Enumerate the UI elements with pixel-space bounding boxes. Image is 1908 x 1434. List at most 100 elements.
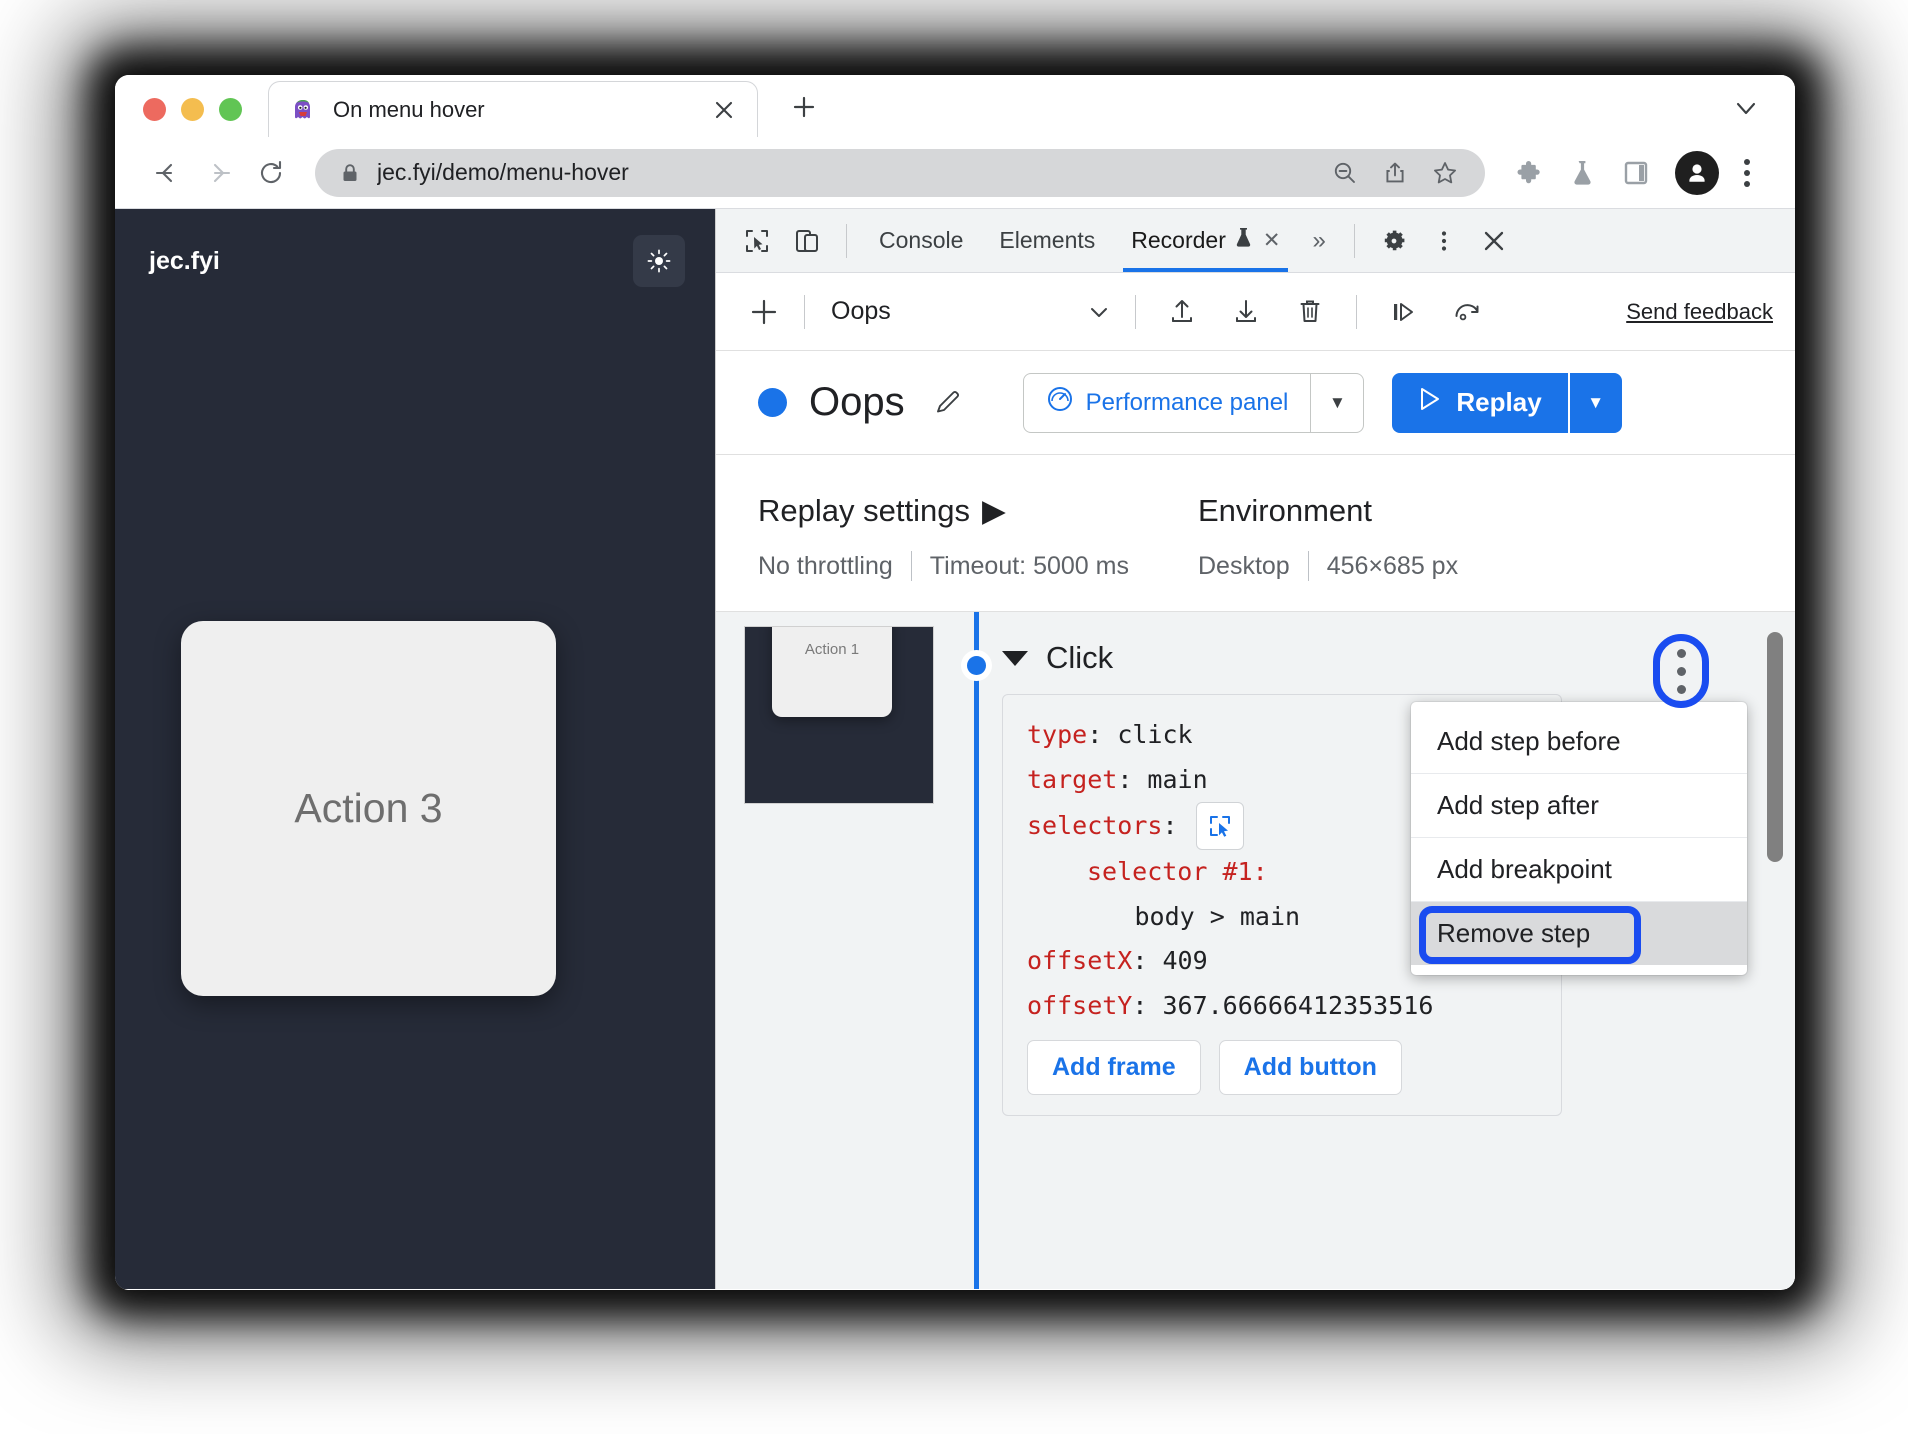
sun-icon[interactable] [633, 235, 685, 287]
triangle-down-icon[interactable]: ▼ [1311, 374, 1363, 432]
window-traffic-lights [115, 98, 242, 137]
play-icon [1418, 386, 1442, 419]
replay-button-group: Replay ▼ [1392, 372, 1622, 433]
code-value-offsetx[interactable]: 409 [1162, 946, 1207, 975]
devtools-kebab-icon[interactable] [1419, 216, 1469, 266]
extensions-puzzle-icon[interactable] [1503, 148, 1553, 198]
code-value-type[interactable]: click [1117, 720, 1192, 749]
reload-icon[interactable] [245, 147, 297, 199]
download-icon[interactable] [1221, 287, 1271, 337]
screenshot-stage: On menu hover jec.fyi/demo/menu-hover je… [0, 0, 1908, 1434]
step-kebab-icon[interactable] [1653, 634, 1709, 708]
experiments-flask-icon[interactable] [1557, 148, 1607, 198]
step-screenshot-thumbnail[interactable]: Action 1 [744, 626, 934, 804]
triangle-down-icon[interactable] [1002, 650, 1028, 666]
menu-item-add-step-after[interactable]: Add step after [1411, 774, 1747, 838]
upload-icon[interactable] [1157, 287, 1207, 337]
code-action-buttons: Add frame Add button [1027, 1040, 1537, 1095]
browser-tab[interactable]: On menu hover [268, 81, 758, 137]
performance-panel-button-group: Performance panel ▼ [1022, 372, 1365, 433]
add-recording-button[interactable] [738, 286, 790, 338]
recording-header: Oops Performance panel ▼ Replay ▼ [716, 351, 1795, 455]
browser-kebab-icon[interactable] [1725, 151, 1769, 195]
page-brand: jec.fyi [149, 246, 220, 275]
zoom-out-icon[interactable] [1323, 151, 1367, 195]
address-bar[interactable]: jec.fyi/demo/menu-hover [315, 148, 1485, 197]
close-icon[interactable]: ✕ [1263, 228, 1281, 253]
send-feedback-link[interactable]: Send feedback [1626, 299, 1773, 325]
new-tab-button[interactable] [784, 87, 824, 127]
recorder-toolbar: Oops Send feedback [716, 273, 1795, 351]
environment-column: Environment Desktop 456×685 px [1198, 493, 1458, 581]
browser-toolbar: jec.fyi/demo/menu-hover [115, 137, 1795, 209]
inspect-cursor-icon[interactable] [732, 216, 782, 266]
tab-recorder-label: Recorder [1131, 227, 1226, 253]
arrow-right-icon[interactable] [193, 147, 245, 199]
performance-panel-label: Performance panel [1085, 388, 1289, 416]
thumbnail-action-card: Action 1 [772, 627, 892, 717]
arrow-left-icon[interactable] [141, 147, 193, 199]
chevron-down-icon[interactable] [1077, 290, 1121, 334]
pencil-icon[interactable] [927, 382, 969, 424]
code-value-target[interactable]: main [1147, 765, 1207, 794]
close-window-button[interactable] [143, 98, 166, 121]
side-panel-icon[interactable] [1611, 148, 1661, 198]
devtools-close-icon[interactable] [1469, 216, 1519, 266]
performance-panel-button[interactable]: Performance panel [1024, 374, 1311, 432]
profile-avatar-icon[interactable] [1675, 150, 1719, 195]
settings-summary: Replay settings ▶ No throttling Timeout:… [716, 455, 1795, 612]
maximize-window-button[interactable] [219, 98, 242, 121]
timeout-value: Timeout: 5000 ms [929, 551, 1129, 580]
add-button-button[interactable]: Add button [1218, 1040, 1402, 1095]
menu-item-add-step-before[interactable]: Add step before [1411, 710, 1747, 774]
tab-elements[interactable]: Elements [981, 210, 1113, 272]
page-header: jec.fyi [115, 209, 715, 287]
recorder-toolbar-divider-3 [1355, 294, 1357, 329]
share-icon[interactable] [1373, 151, 1417, 195]
menu-item-remove-step[interactable]: Remove step [1411, 902, 1747, 965]
code-line-offsety: offsetY: 367.66666412353516 [1027, 990, 1434, 1020]
selector-picker-icon[interactable] [1195, 802, 1244, 850]
code-key-target: target [1027, 764, 1118, 794]
code-value-selector1[interactable]: body > main [1135, 902, 1301, 931]
replay-settings-column: Replay settings ▶ No throttling Timeout:… [758, 493, 1198, 581]
lock-icon [339, 162, 361, 184]
chevron-down-icon[interactable] [1731, 93, 1761, 123]
tab-recorder[interactable]: Recorder ✕ [1113, 210, 1298, 272]
minimize-window-button[interactable] [181, 98, 204, 121]
code-key-offsety: offsetY [1027, 990, 1133, 1020]
code-key-offsetx: offsetX [1027, 946, 1133, 975]
step-over-icon[interactable] [1378, 287, 1428, 337]
replay-settings-toggle[interactable]: Replay settings ▶ [758, 493, 1198, 529]
code-value-offsety[interactable]: 367.66666412353516 [1162, 991, 1433, 1020]
action-3-button[interactable]: Action 3 [181, 621, 556, 996]
device-toggle-icon[interactable] [782, 216, 832, 266]
window-body: jec.fyi Action 3 Console Elements Record… [115, 209, 1795, 1289]
value-divider [1307, 551, 1309, 581]
status-badge [758, 388, 787, 417]
viewport-value: 456×685 px [1326, 551, 1459, 580]
add-frame-button[interactable]: Add frame [1027, 1040, 1201, 1095]
replay-speed-icon[interactable] [1442, 287, 1492, 337]
page-viewport: jec.fyi Action 3 [115, 209, 715, 1289]
star-icon[interactable] [1423, 151, 1467, 195]
code-key-selector1: selector #1 [1087, 857, 1253, 886]
menu-item-add-breakpoint[interactable]: Add breakpoint [1411, 838, 1747, 902]
code-key-selectors: selectors [1027, 810, 1163, 840]
devtools-tabbar: Console Elements Recorder ✕ » [716, 209, 1795, 273]
flask-icon [1234, 227, 1253, 255]
browser-window: On menu hover jec.fyi/demo/menu-hover je… [115, 75, 1795, 1290]
close-icon[interactable] [709, 95, 739, 125]
chevron-double-right-icon[interactable]: » [1298, 227, 1339, 255]
thumbnail-label: Action 1 [804, 641, 860, 658]
replay-button[interactable]: Replay [1392, 372, 1568, 433]
ghost-favicon [291, 98, 315, 122]
recording-selector-label[interactable]: Oops [831, 297, 891, 326]
devtools-panel: Console Elements Recorder ✕ » Oops Send … [715, 209, 1795, 1289]
trash-icon[interactable] [1285, 287, 1335, 337]
tab-console[interactable]: Console [861, 210, 981, 272]
triangle-down-icon[interactable]: ▼ [1569, 372, 1622, 433]
scrollbar-thumb[interactable] [1767, 632, 1783, 862]
gear-icon[interactable] [1369, 216, 1419, 266]
code-key-type: type [1027, 720, 1088, 749]
